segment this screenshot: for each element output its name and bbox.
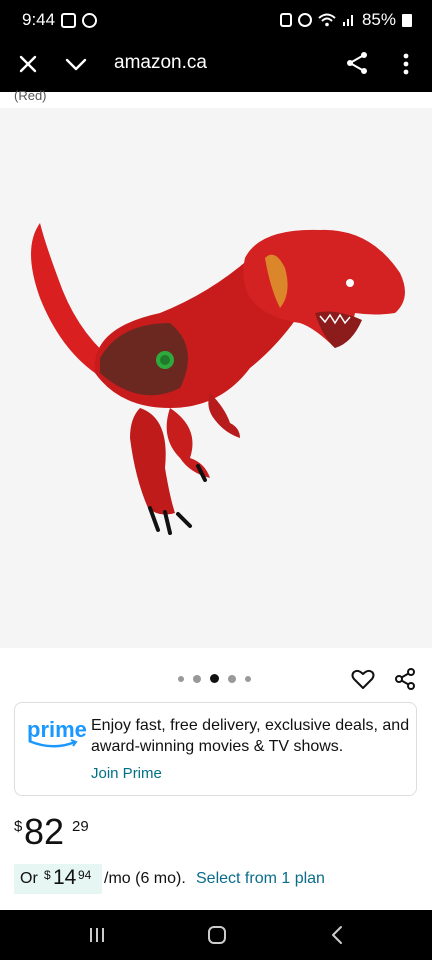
carousel-dot (245, 675, 251, 682)
prime-logo: prime (27, 717, 87, 757)
more-vertical-icon[interactable] (396, 50, 416, 78)
carousel-indicator (178, 674, 251, 683)
product-image[interactable] (0, 108, 432, 648)
join-prime-link[interactable]: Join Prime (91, 765, 162, 782)
accessibility-icon (82, 12, 98, 28)
close-icon[interactable] (14, 50, 42, 78)
carousel-dot (193, 674, 201, 683)
variant-caption: (Red) (14, 88, 47, 103)
prime-promo-card[interactable]: prime Enjoy fast, free delivery, exclusi… (14, 702, 417, 796)
share-icon[interactable] (392, 666, 418, 692)
price-fraction: 29 (72, 818, 89, 835)
installment-fraction: 94 (78, 868, 92, 882)
select-plan-link[interactable]: Select from 1 plan (196, 870, 325, 888)
installment-term: /mo (6 mo). (104, 870, 186, 887)
installment-whole: 14 (53, 866, 77, 889)
price-whole: 82 (24, 811, 65, 852)
recent-apps-icon[interactable] (88, 926, 106, 944)
status-bar: 9:44 85% (0, 0, 432, 40)
system-nav-bar (0, 910, 432, 960)
browser-toolbar: amazon.ca (0, 40, 432, 92)
installment-currency: $ (44, 868, 51, 882)
lock-icon (279, 13, 292, 27)
installment-or: Or (20, 870, 38, 887)
battery-icon (402, 13, 412, 27)
prime-description: Enjoy fast, free delivery, exclusive dea… (91, 717, 410, 755)
gallery-icon (61, 12, 77, 28)
chevron-down-icon[interactable] (62, 50, 90, 78)
battery-percent: 85% (361, 10, 396, 29)
status-time: 9:44 (22, 10, 56, 29)
home-icon[interactable] (208, 926, 226, 944)
carousel-dot (178, 675, 184, 682)
heart-icon[interactable] (350, 666, 376, 692)
dinosaur-costume-image (31, 223, 405, 535)
price-currency: $ (14, 818, 23, 835)
back-icon[interactable] (330, 925, 344, 945)
wifi-icon (318, 13, 336, 27)
url-display[interactable]: amazon.ca (114, 52, 207, 74)
prime-logo-text: prime (27, 717, 87, 742)
carousel-dot-active (210, 674, 219, 683)
carousel-dot (228, 674, 236, 683)
signal-icon (342, 15, 353, 26)
alarm-icon (297, 13, 312, 27)
share-icon[interactable] (344, 50, 370, 76)
